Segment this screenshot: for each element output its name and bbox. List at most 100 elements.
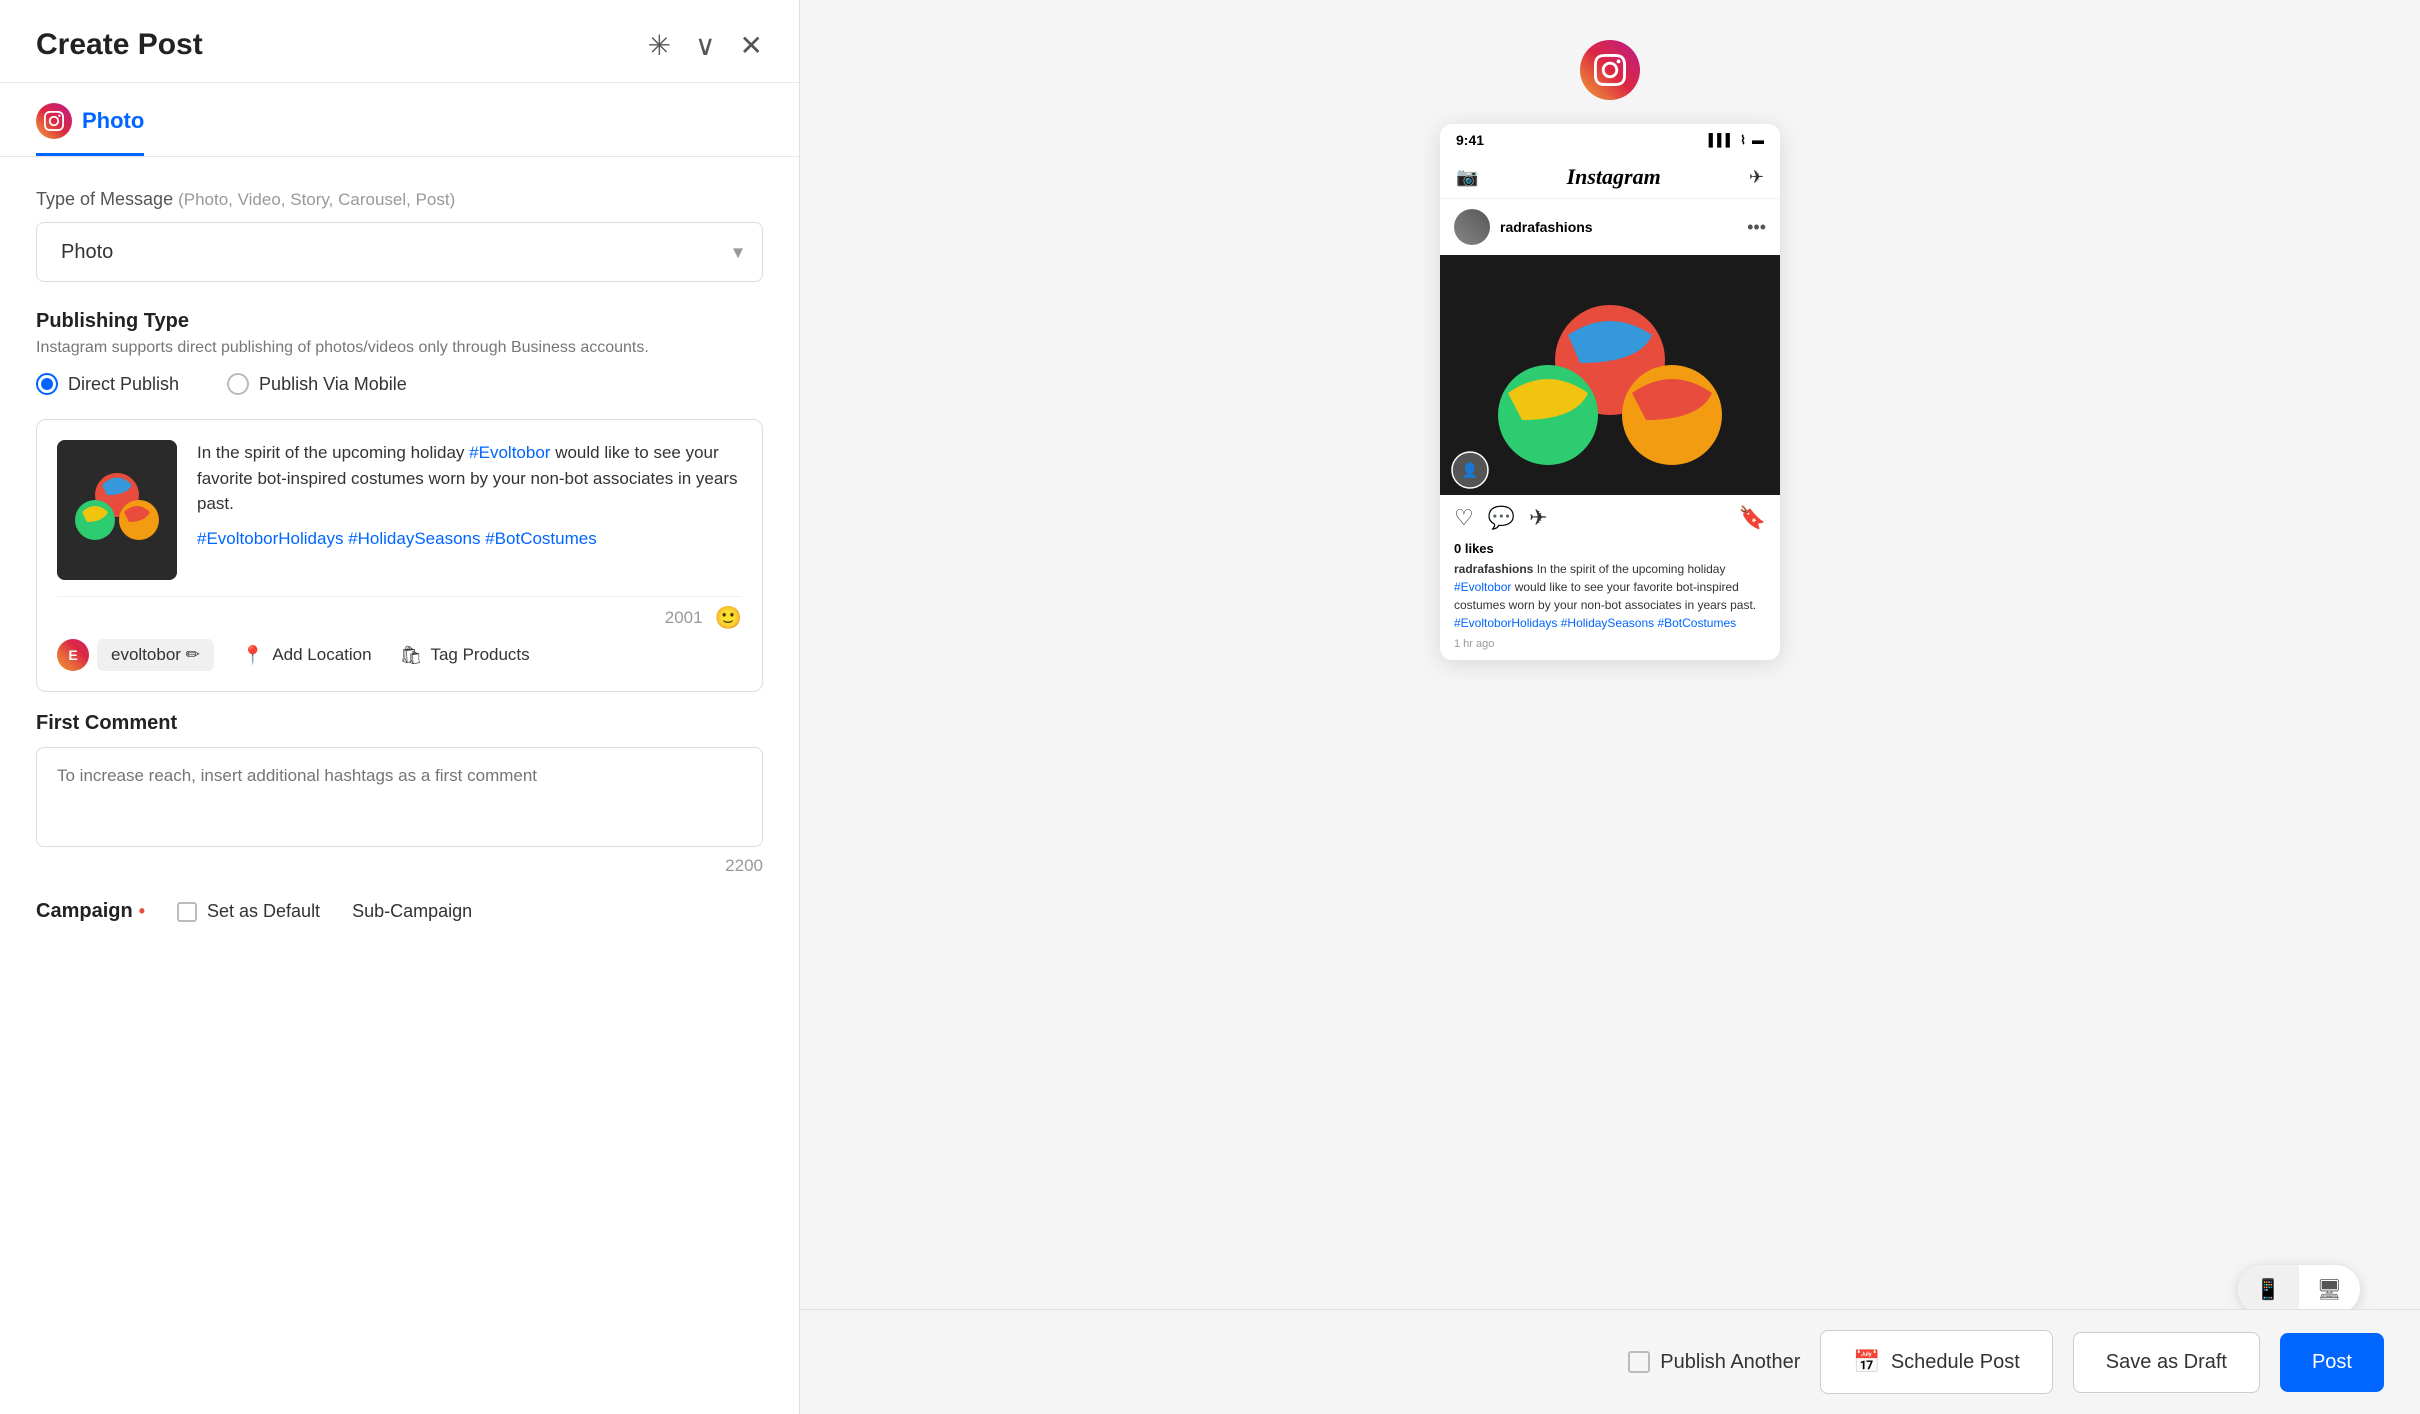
ig-heart-icon[interactable]: ♡ (1454, 505, 1474, 531)
set-as-default-label: Set as Default (207, 901, 320, 922)
calendar-icon: 📅 (1853, 1349, 1880, 1375)
ig-send-icon[interactable]: ✈ (1749, 167, 1764, 188)
close-icon[interactable]: ✕ (740, 29, 763, 62)
location-icon: 📍 (242, 645, 264, 666)
camera-icon (44, 111, 64, 131)
header-icons: ✳ ∨ ✕ (648, 29, 763, 62)
panel-header: Create Post ✳ ∨ ✕ (0, 0, 799, 83)
schedule-post-button[interactable]: 📅 Schedule Post (1820, 1330, 2052, 1394)
desktop-view-button[interactable]: 🖥 (2299, 1265, 2360, 1314)
device-toggle: 📱 🖥 (2238, 1265, 2360, 1314)
phone-status-icons: ▌▌▌ ⌇ ▬ (1709, 133, 1764, 147)
ig-left-actions: ♡ 💬 ✈ (1454, 505, 1548, 531)
left-panel: Create Post ✳ ∨ ✕ Photo (0, 0, 800, 1414)
first-comment-label: First Comment (36, 712, 763, 735)
publishing-type-radio-group: Direct Publish Publish Via Mobile (36, 373, 763, 395)
ig-time: 1 hr ago (1440, 638, 1780, 650)
post-content-inner: In the spirit of the upcoming holiday #E… (57, 440, 742, 580)
post-button[interactable]: Post (2280, 1333, 2384, 1392)
right-bottom-bar: Publish Another 📅 Schedule Post Save as … (800, 1309, 2420, 1414)
campaign-label: Campaign • (36, 900, 145, 923)
mobile-view-button[interactable]: 📱 (2238, 1265, 2299, 1314)
ig-camera-icon[interactable]: 📷 (1456, 167, 1478, 188)
post-image (57, 440, 177, 580)
page-title: Create Post (36, 28, 203, 62)
comment-footer: 2200 (36, 852, 763, 876)
emoji-icon[interactable]: 🙂 (715, 605, 742, 631)
publishing-type-section: Publishing Type Instagram supports direc… (36, 310, 763, 395)
publish-via-mobile-radio[interactable]: Publish Via Mobile (227, 373, 407, 395)
schedule-post-label: Schedule Post (1891, 1351, 2020, 1374)
right-panel: 9:41 ▌▌▌ ⌇ ▬ 📷 Instagram ✈ radrafashions (800, 0, 2420, 1414)
ig-account: radrafashions (1454, 209, 1593, 245)
post-text-before: In the spirit of the upcoming holiday (197, 443, 469, 462)
add-location-button[interactable]: 📍 Add Location (242, 645, 372, 666)
ig-post-image: 👤 (1440, 255, 1780, 495)
ig-likes: 0 likes (1440, 541, 1780, 556)
campaign-section: Campaign • Set as Default Sub-Campaign (36, 900, 763, 923)
direct-publish-label: Direct Publish (68, 374, 179, 395)
ig-comment-icon[interactable]: 💬 (1488, 505, 1515, 531)
first-comment-section: First Comment 2200 (36, 712, 763, 876)
publish-another-label: Publish Another (1660, 1351, 1800, 1374)
publishing-type-title: Publishing Type (36, 310, 763, 333)
save-draft-button[interactable]: Save as Draft (2073, 1332, 2260, 1393)
type-of-message-label: Type of Message (Photo, Video, Story, Ca… (36, 189, 763, 210)
publish-another-checkbox-group: Publish Another (1628, 1351, 1800, 1374)
type-of-message-select[interactable]: Photo Video Story Carousel Post (36, 222, 763, 282)
wifi-icon: ⌇ (1740, 133, 1746, 147)
phone-mockup: 9:41 ▌▌▌ ⌇ ▬ 📷 Instagram ✈ radrafashions (1440, 124, 1780, 660)
post-label: Post (2312, 1351, 2352, 1374)
ig-caption-text1: In the spirit of the upcoming holiday (1537, 562, 1726, 576)
post-footer: 2001 🙂 (57, 596, 742, 631)
type-of-message-section: Type of Message (Photo, Video, Story, Ca… (36, 189, 763, 282)
ig-username: radrafashions (1500, 219, 1593, 235)
comment-char-count: 2200 (725, 856, 763, 876)
phone-status-bar: 9:41 ▌▌▌ ⌇ ▬ (1440, 124, 1780, 156)
phone-time: 9:41 (1456, 132, 1484, 148)
tab-area: Photo (0, 83, 799, 157)
tab-label: Photo (82, 108, 144, 134)
direct-publish-radio[interactable]: Direct Publish (36, 373, 179, 395)
ig-post-header: radrafashions ••• (1440, 199, 1780, 255)
ig-caption-username: radrafashions (1454, 562, 1533, 576)
tag-products-label: Tag Products (430, 645, 529, 665)
content-area: Type of Message (Photo, Video, Story, Ca… (0, 157, 799, 1414)
first-comment-textarea[interactable] (36, 747, 763, 847)
ig-avatar (1454, 209, 1490, 245)
publish-via-mobile-label: Publish Via Mobile (259, 374, 407, 395)
ig-share-icon[interactable]: ✈ (1529, 505, 1547, 531)
account-name-chip[interactable]: evoltobor ✏ (97, 639, 214, 671)
post-mention: #Evoltobor (469, 443, 550, 462)
pin-icon[interactable]: ✳ (648, 29, 671, 62)
publish-via-mobile-radio-circle (227, 373, 249, 395)
set-as-default-checkbox[interactable]: Set as Default (177, 901, 320, 922)
type-of-message-wrapper: Photo Video Story Carousel Post ▾ (36, 222, 763, 282)
required-indicator: • (139, 901, 145, 922)
ig-caption: radrafashions In the spirit of the upcom… (1440, 560, 1780, 632)
add-location-label: Add Location (272, 645, 371, 665)
tab-photo[interactable]: Photo (36, 103, 144, 156)
publish-another-checkbox[interactable] (1628, 1351, 1650, 1373)
post-image-svg (57, 440, 177, 580)
save-draft-label: Save as Draft (2106, 1351, 2227, 1374)
publishing-type-desc: Instagram supports direct publishing of … (36, 339, 763, 357)
direct-publish-radio-circle (36, 373, 58, 395)
post-text-content: In the spirit of the upcoming holiday #E… (197, 440, 742, 517)
ig-post-actions: ♡ 💬 ✈ 🔖 (1440, 495, 1780, 541)
set-as-default-checkbox-box (177, 902, 197, 922)
account-avatar: E (57, 639, 89, 671)
instagram-icon (1594, 54, 1626, 86)
post-hashtags: #EvoltoborHolidays #HolidaySeasons #BotC… (197, 529, 742, 549)
tag-products-button[interactable]: 🛍 Tag Products (400, 645, 530, 666)
ig-more-icon[interactable]: ••• (1747, 217, 1766, 238)
ig-bookmark-icon[interactable]: 🔖 (1739, 505, 1766, 531)
ig-title: Instagram (1567, 164, 1661, 190)
post-actions: E evoltobor ✏ 📍 Add Location 🛍 Tag Produ… (57, 631, 742, 671)
instagram-tab-icon (36, 103, 72, 139)
char-count: 2001 (665, 608, 703, 628)
account-name: evoltobor ✏ (111, 645, 200, 665)
ig-caption-hashtags: #EvoltoborHolidays #HolidaySeasons #BotC… (1454, 616, 1736, 630)
chevron-down-icon[interactable]: ∨ (695, 29, 716, 62)
ig-caption-mention: #Evoltobor (1454, 580, 1511, 594)
